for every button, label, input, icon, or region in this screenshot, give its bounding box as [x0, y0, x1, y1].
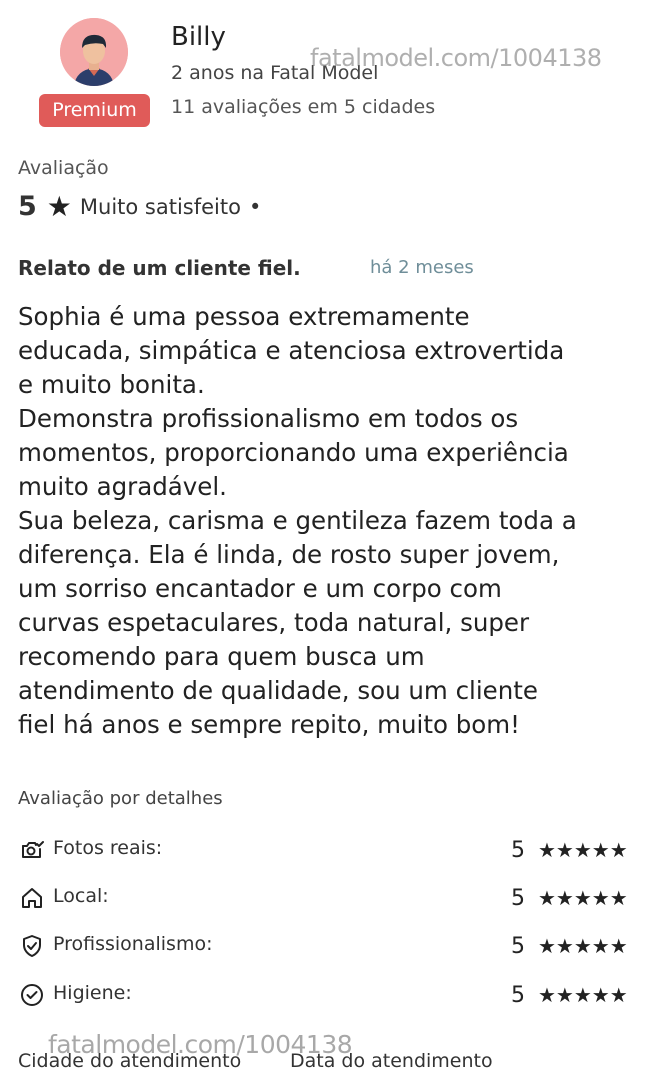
- review-body: Sophia é uma pessoa extremamente educada…: [18, 302, 577, 739]
- rating-value: 5: [18, 191, 37, 222]
- detail-score: 5: [511, 934, 525, 959]
- stars-icon: ★★★★★: [538, 886, 628, 910]
- detail-name: Local:: [53, 885, 109, 907]
- stars-icon: ★★★★★: [538, 983, 628, 1007]
- detail-row-fotos-reais: Fotos reais: 5 ★★★★★: [18, 836, 640, 866]
- detail-name: Profissionalismo:: [53, 933, 213, 955]
- reviewer-name[interactable]: Billy: [171, 22, 226, 52]
- star-icon: ★: [46, 190, 72, 223]
- circle-check-icon: [20, 983, 44, 1007]
- stars-icon: ★★★★★: [538, 838, 628, 862]
- watermark: fatalmodel.com/1004138: [310, 44, 602, 72]
- person-avatar-icon[interactable]: [60, 18, 128, 86]
- detail-name: Higiene:: [53, 982, 132, 1004]
- camera-check-icon: [20, 838, 44, 862]
- detail-name: Fotos reais:: [53, 837, 163, 859]
- watermark: fatalmodel.com/1004138: [48, 1030, 353, 1059]
- reviewer-reviews-count: 11 avaliações em 5 cidades: [171, 96, 436, 118]
- detail-score: 5: [511, 886, 525, 911]
- detail-row-higiene: Higiene: 5 ★★★★★: [18, 981, 640, 1011]
- rating-label: Avaliação: [18, 157, 109, 179]
- detail-row-profissionalismo: Profissionalismo: 5 ★★★★★: [18, 932, 640, 962]
- separator-dot: •: [248, 194, 262, 219]
- detail-score: 5: [511, 983, 525, 1008]
- house-icon: [20, 886, 44, 910]
- review-title: Relato de um cliente fiel.: [18, 256, 301, 280]
- detail-row-local: Local: 5 ★★★★★: [18, 884, 640, 914]
- shield-check-icon: [20, 934, 44, 958]
- premium-badge: Premium: [39, 94, 150, 127]
- overall-rating: 5 ★ Muito satisfeito •: [18, 190, 261, 223]
- detail-score: 5: [511, 838, 525, 863]
- review-time: há 2 meses: [370, 257, 474, 278]
- rating-text: Muito satisfeito: [79, 194, 241, 219]
- review-card: Premium Billy 2 anos na Fatal Model 11 a…: [0, 0, 658, 1080]
- stars-icon: ★★★★★: [538, 934, 628, 958]
- details-label: Avaliação por detalhes: [18, 788, 223, 809]
